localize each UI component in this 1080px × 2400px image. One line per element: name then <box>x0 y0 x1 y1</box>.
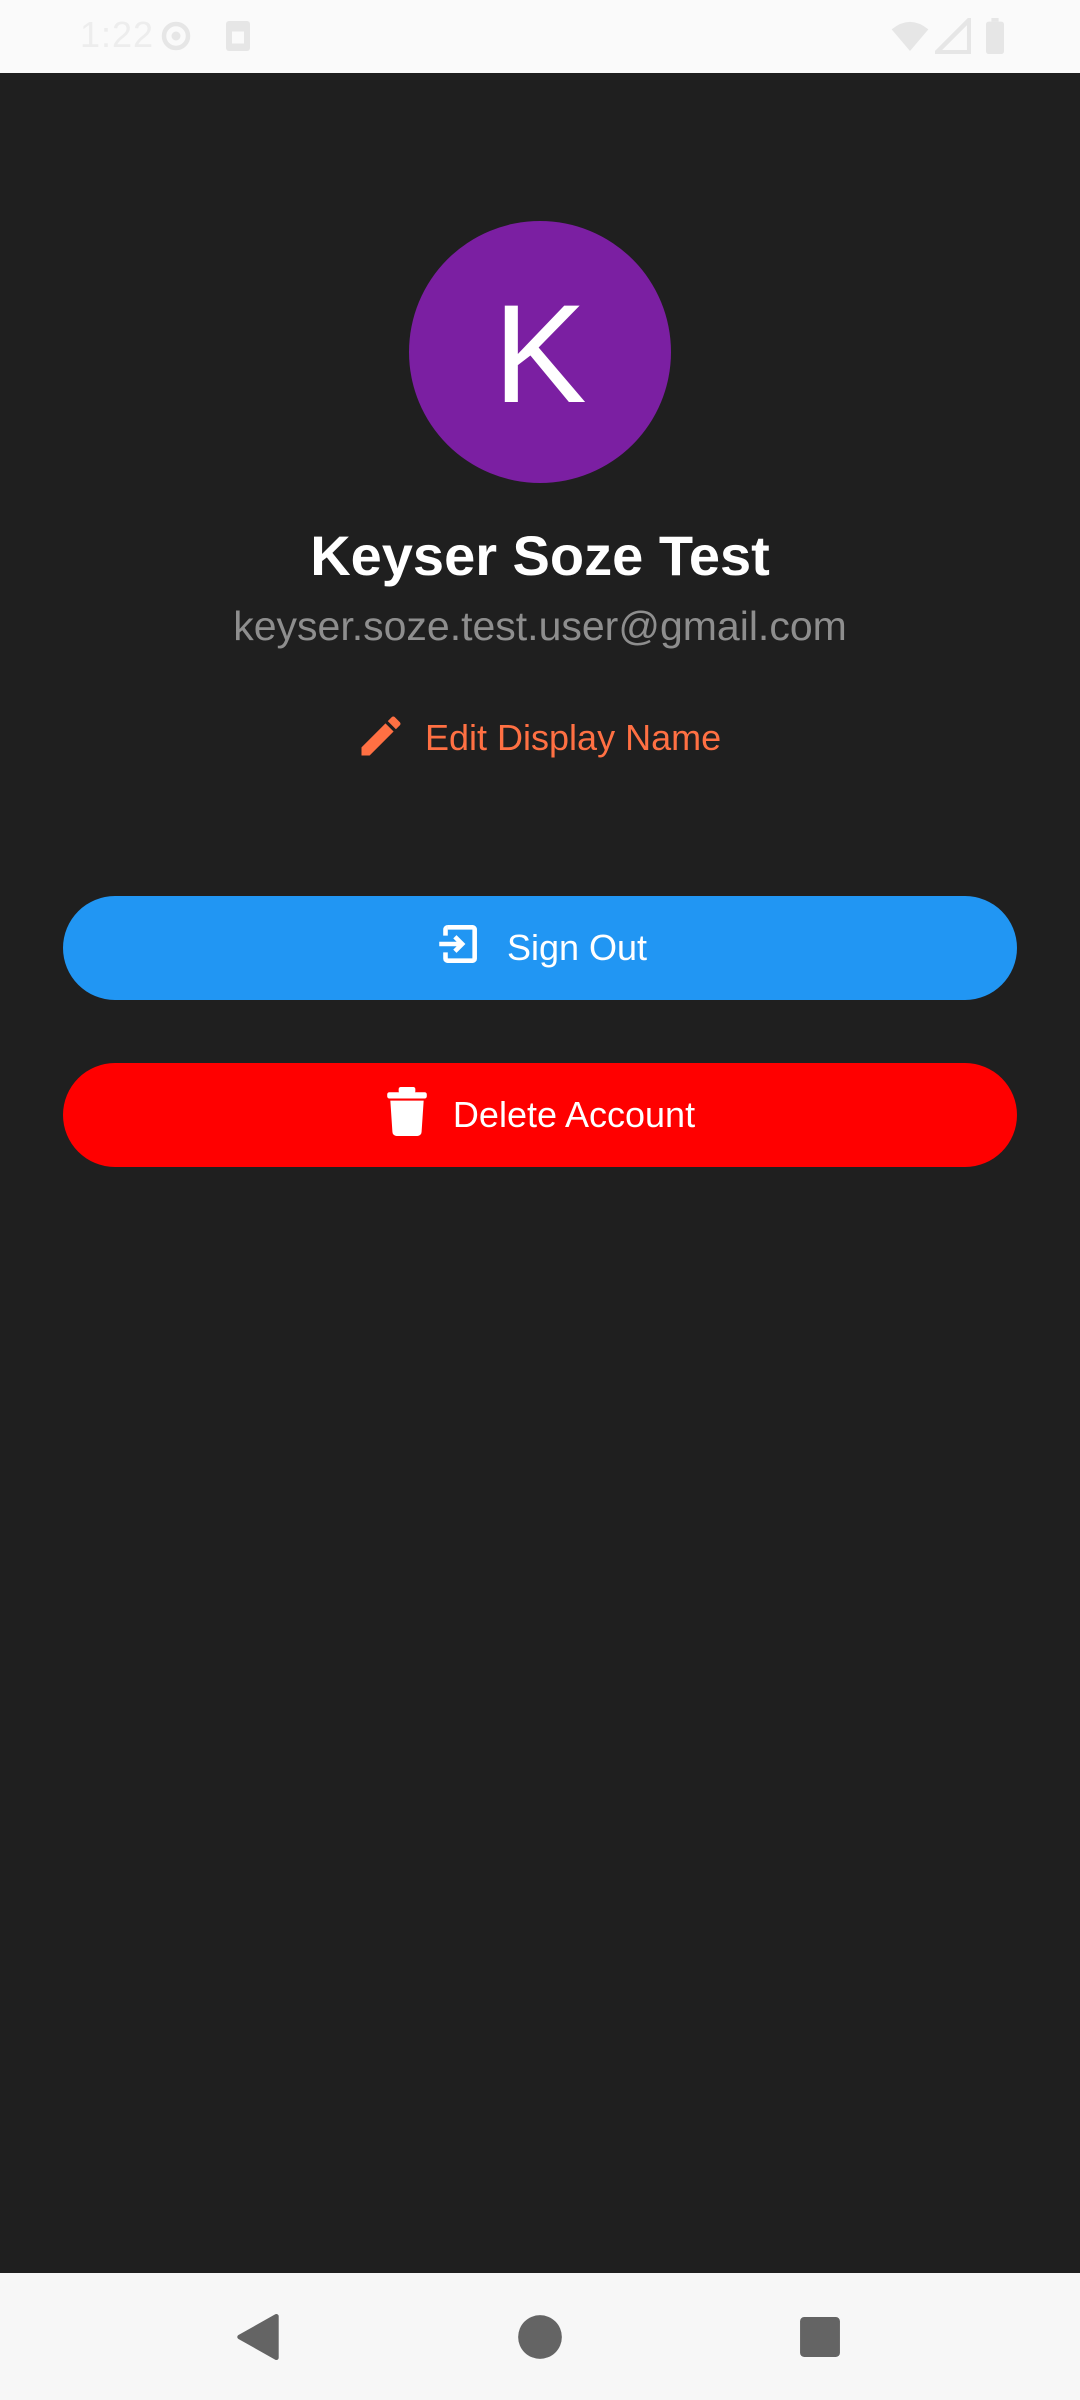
navigation-bar <box>0 2273 1080 2400</box>
back-button[interactable] <box>198 2273 318 2400</box>
status-bar: 1:22 <box>0 0 1080 73</box>
edit-display-name-label: Edit Display Name <box>425 717 722 758</box>
home-icon <box>518 2314 562 2359</box>
email-address: keyser.soze.test.user@gmail.com <box>233 603 847 649</box>
avatar-initial: K <box>493 275 587 432</box>
avatar: K <box>409 221 671 483</box>
sim-card-icon <box>222 18 254 59</box>
sign-out-icon <box>433 919 483 978</box>
recents-icon <box>800 2316 840 2357</box>
pencil-icon <box>355 710 407 767</box>
recents-button[interactable] <box>760 2273 880 2400</box>
delete-account-label: Delete Account <box>452 1094 696 1135</box>
delete-account-button[interactable]: Delete Account <box>63 1063 1017 1167</box>
edit-display-name-button[interactable]: Edit Display Name <box>355 708 721 768</box>
wifi-icon <box>890 18 930 59</box>
settings-icon <box>158 18 194 59</box>
display-name: Keyser Soze Test <box>310 524 770 587</box>
status-time: 1:22 <box>80 14 155 55</box>
sign-out-label: Sign Out <box>506 927 648 968</box>
sign-out-button[interactable]: Sign Out <box>63 896 1017 1000</box>
signal-icon <box>931 14 972 59</box>
home-button[interactable] <box>480 2273 600 2400</box>
trash-icon <box>385 1086 429 1145</box>
back-icon <box>237 2313 279 2360</box>
battery-icon <box>984 18 1006 59</box>
